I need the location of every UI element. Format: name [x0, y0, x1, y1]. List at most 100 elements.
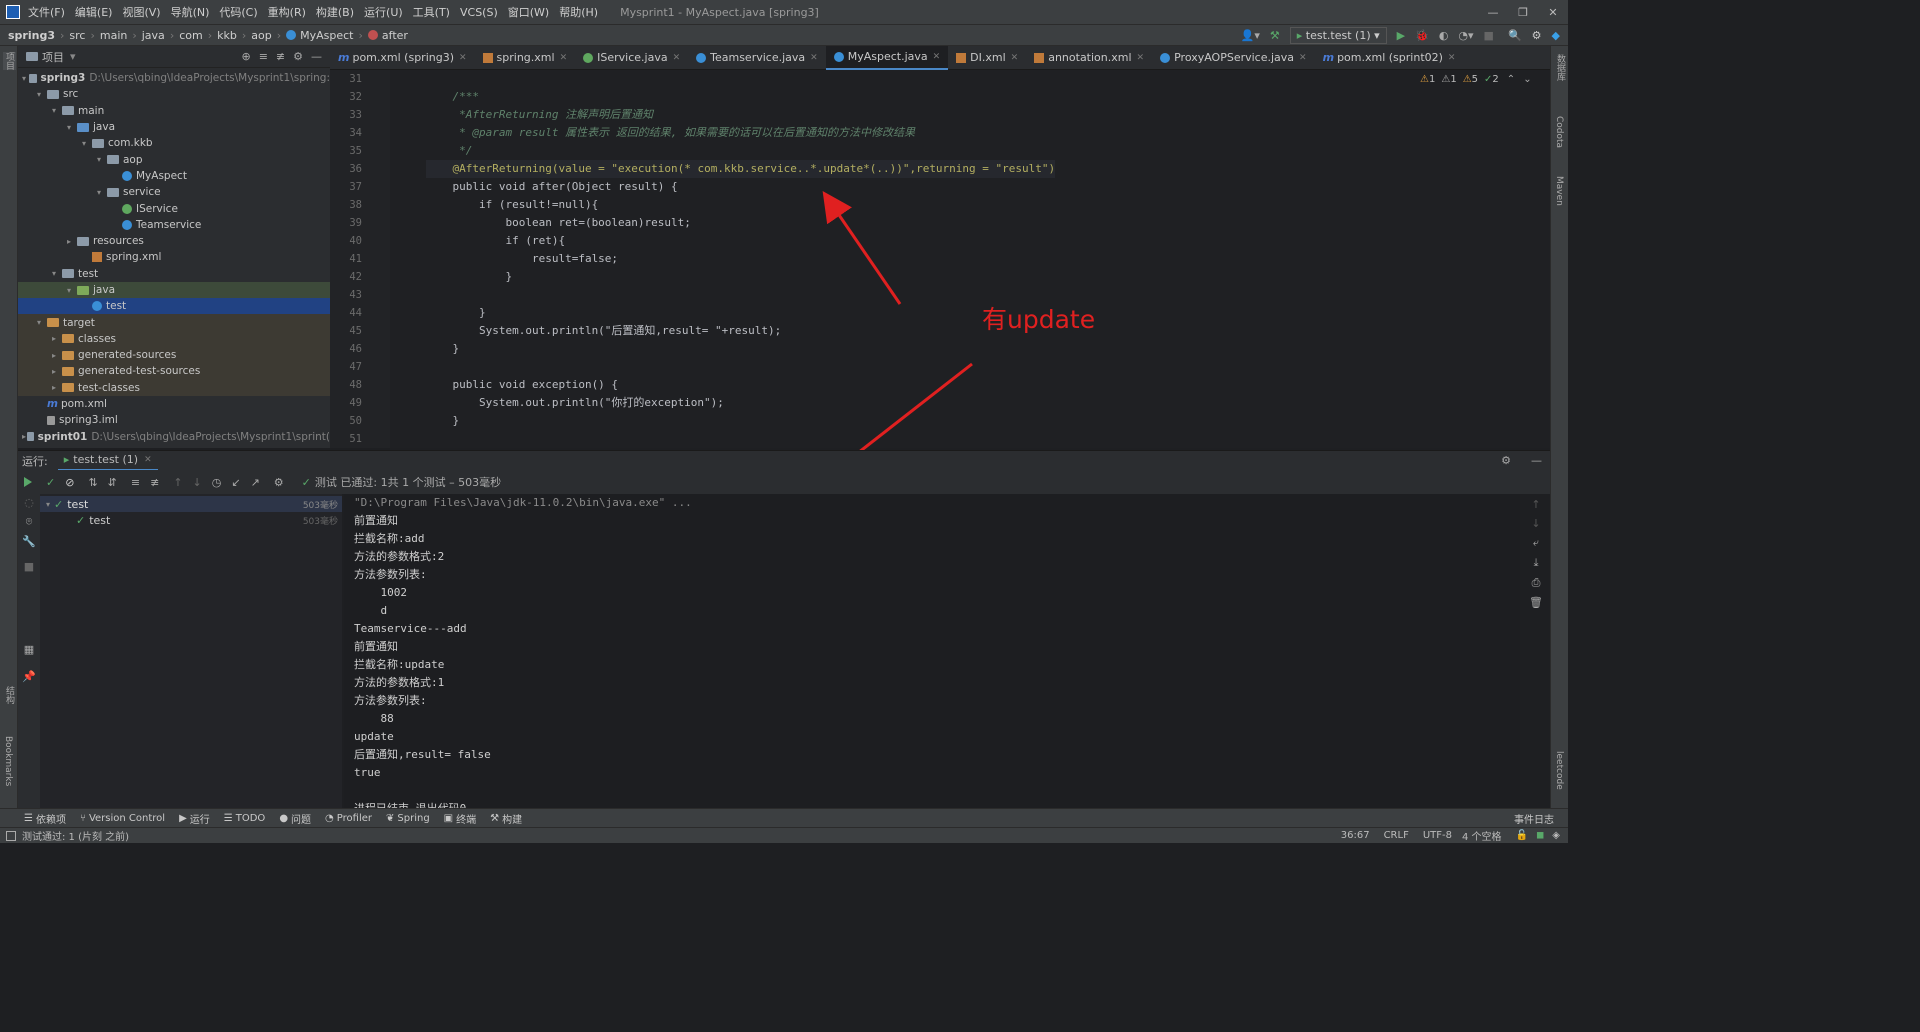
chevron-down-icon[interactable]: ▾ [46, 500, 50, 509]
build-icon: ⚒ [490, 812, 500, 824]
run-panel-header: 运行: ▸ test.test (1) ✕ ⚙ — [18, 450, 1550, 471]
next-failed-icon[interactable]: ↓ [193, 476, 202, 489]
lock-icon[interactable]: 🔓 [1516, 830, 1528, 841]
collapse-all-icon[interactable]: ≢ [150, 476, 159, 489]
tool-window-label: Version Control [88, 812, 166, 824]
tool-window-label: Profiler [336, 812, 372, 824]
plugin-icon[interactable]: ◼ [1536, 830, 1544, 841]
expand-all-icon[interactable]: ≡ [131, 476, 140, 489]
stop-icon[interactable]: ◌ [18, 496, 40, 509]
tool-window-label: 构建 [502, 814, 523, 826]
run-toolbar: ✓ ⊘ ⇅ ⇵ ≡ ≢ ↑ ↓ ◷ ↙ ↗ ⚙ ✓ 测试 已通过: 1共 1 个… [18, 470, 1550, 494]
notification-icon[interactable]: ◈ [1552, 830, 1560, 841]
console-side-tools: ↑ ↓ ⤶ ⤓ ⎙ 🗑 [1524, 498, 1548, 798]
tool-window-label: TODO [235, 812, 266, 824]
dependencies-icon: ☰ [24, 812, 33, 824]
tool-window-button[interactable]: ⚒ 构建 [490, 811, 522, 826]
scroll-end-icon[interactable]: ⤓ [1524, 556, 1548, 570]
console-line: 前置通知 [354, 514, 398, 527]
cursor-position[interactable]: 36:67 [1341, 830, 1370, 841]
console-line: 拦截名称:add [354, 532, 425, 545]
passed-icon: ✓ [76, 513, 86, 527]
test-suite-label: test [67, 497, 89, 511]
run-tab[interactable]: ▸ test.test (1) ✕ [57, 451, 158, 471]
hide-panel-icon[interactable]: — [1531, 454, 1542, 467]
tool-window-button[interactable]: ⑂ Version Control [80, 813, 165, 824]
console-output[interactable]: "D:\Program Files\Java\jdk-11.0.2\bin\ja… [344, 494, 1520, 808]
soft-wrap-icon[interactable]: ⤶ [1524, 536, 1548, 550]
export-icon[interactable]: ↗ [251, 476, 260, 489]
tool-window-bar: ☰ 依赖项 ⑂ Version Control ▶ 运行 ☰ TODO ● 问题 ◔ Profiler… [0, 808, 1568, 827]
tool-window-button[interactable]: ☰ TODO [224, 813, 266, 824]
console-line: 88 [354, 712, 394, 725]
console-line: 方法参数列表: [354, 694, 427, 707]
print-icon[interactable]: ⎙ [1524, 576, 1548, 590]
indent-setting[interactable]: 4 个空格 [1462, 828, 1502, 843]
layout-icon[interactable]: ▦ [18, 643, 40, 656]
line-separator[interactable]: CRLF [1384, 830, 1409, 841]
console-line: 前置通知 [354, 640, 398, 653]
history-icon[interactable]: ◷ [212, 476, 222, 489]
terminal-icon: ▣ [443, 812, 454, 824]
close-tab-icon[interactable]: ✕ [144, 455, 152, 465]
test-case-time: 503毫秒 [302, 516, 338, 527]
test-tree-row[interactable]: ✓ test 503毫秒 [40, 512, 342, 528]
status-bar: 测试通过: 1 (片刻 之前) 36:67 CRLF UTF-8 4 个空格 🔓… [0, 827, 1568, 843]
import-icon[interactable]: ↙ [231, 476, 240, 489]
gear-icon[interactable]: ⚙ [274, 476, 284, 489]
console-line: 方法的参数格式:2 [354, 550, 445, 563]
trash-icon[interactable]: 🗑 [1524, 596, 1548, 609]
stop-square-icon[interactable]: ■ [18, 560, 40, 573]
show-passed-icon[interactable]: ✓ [46, 476, 55, 489]
test-tree-row[interactable]: ▾ ✓ test 503毫秒 [40, 496, 342, 512]
scroll-down-icon[interactable]: ↓ [1524, 517, 1548, 530]
prev-failed-icon[interactable]: ↑ [173, 476, 182, 489]
console-line: d [354, 604, 388, 617]
test-suite-time: 503毫秒 [302, 500, 338, 511]
rerun-icon[interactable] [24, 477, 32, 487]
test-case-label: test [89, 513, 111, 527]
status-message[interactable]: 测试通过: 1 (片刻 之前) [22, 828, 129, 843]
run-tab-label: test.test (1) [73, 453, 139, 466]
tool-window-label: 终端 [456, 814, 477, 826]
console-line: 方法参数列表: [354, 568, 427, 581]
tool-window-label: 依赖项 [35, 814, 66, 826]
console-line: 方法的参数格式:1 [354, 676, 445, 689]
tool-window-label: Spring [397, 812, 430, 824]
console-line: 后置通知,result= false [354, 748, 491, 761]
console-line: 1002 [354, 586, 407, 599]
wrench-icon[interactable]: 🔧 [18, 535, 40, 548]
event-log-button[interactable]: 事件日志 [1514, 811, 1554, 826]
todo-icon: ☰ [223, 812, 233, 824]
passed-icon: ✓ [54, 497, 64, 511]
annotation-arrow-up [822, 191, 902, 305]
test-passed-icon: ✓ [301, 475, 311, 489]
sort-duration-icon[interactable]: ⇵ [108, 476, 117, 489]
tool-window-button[interactable]: ▶ 运行 [179, 811, 210, 826]
tool-window-button[interactable]: ☰ 依赖项 [24, 811, 66, 826]
tool-window-label: 运行 [189, 814, 210, 826]
pin-icon[interactable]: 📌 [18, 670, 40, 683]
tool-window-label: 问题 [291, 814, 312, 826]
tool-window-button[interactable]: ▣ 终端 [444, 811, 476, 826]
file-encoding[interactable]: UTF-8 [1423, 830, 1452, 841]
scroll-up-icon[interactable]: ↑ [1524, 498, 1548, 511]
run-side-tools: ◌ ⌾ 🔧 ■ ▦ 📌 [18, 494, 40, 808]
tool-window-button[interactable]: ◔ Profiler [325, 813, 372, 824]
run-icon: ▶ [179, 812, 187, 824]
profiler-icon: ◔ [325, 812, 334, 824]
show-ignored-icon[interactable]: ⊘ [65, 476, 74, 489]
console-line: update [354, 730, 394, 743]
tool-window-button[interactable]: ● 问题 [279, 811, 311, 826]
run-tab-icon: ▸ [63, 453, 70, 466]
tool-window-button[interactable]: ❦ Spring [386, 813, 430, 824]
sort-alpha-icon[interactable]: ⇅ [88, 476, 97, 489]
branch-icon: ⑂ [79, 812, 86, 824]
console-line: Teamservice---add [354, 622, 467, 635]
spring-icon: ❦ [386, 812, 395, 824]
camera-icon[interactable]: ⌾ [18, 515, 40, 529]
console-line: "D:\Program Files\Java\jdk-11.0.2\bin\ja… [354, 496, 692, 509]
gear-icon[interactable]: ⚙ [1501, 454, 1511, 467]
problems-icon: ● [279, 812, 289, 824]
